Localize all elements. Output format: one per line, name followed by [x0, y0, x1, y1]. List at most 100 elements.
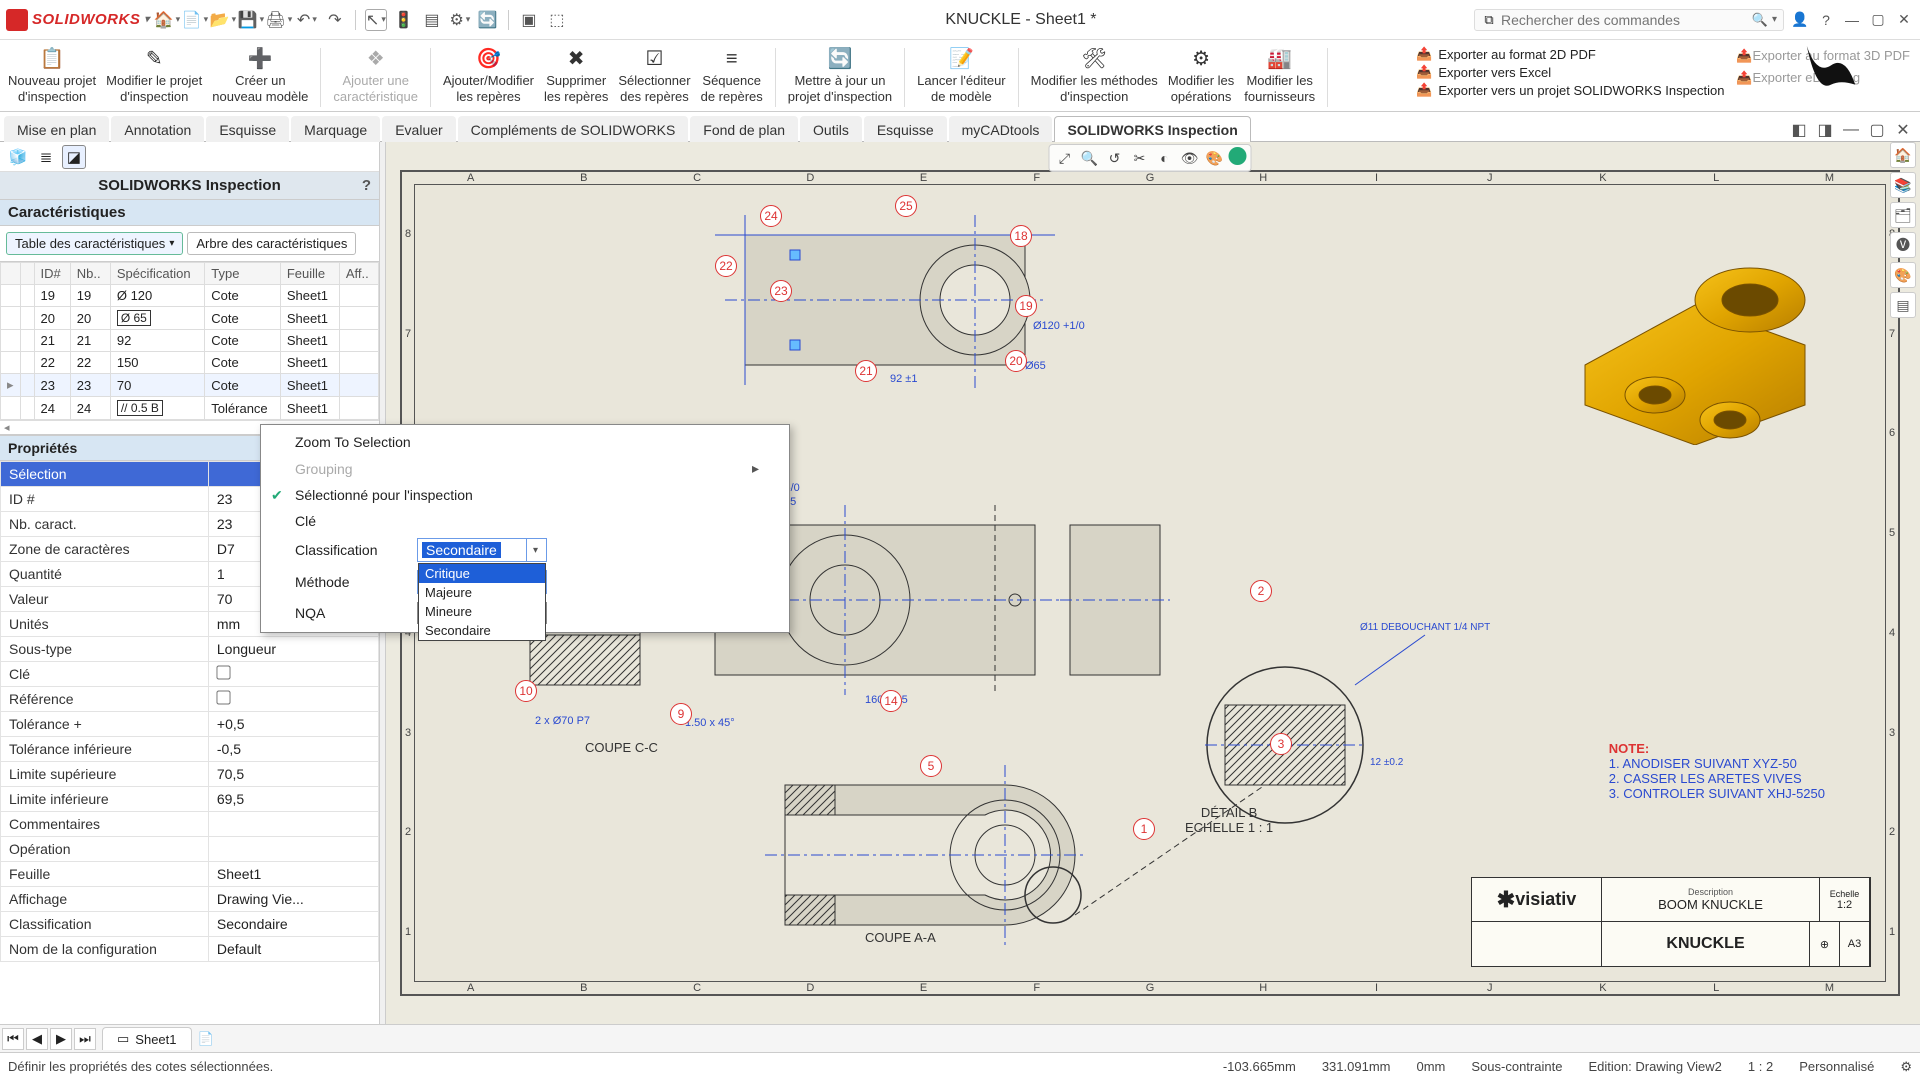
sheet-next-icon[interactable]: ▶: [50, 1028, 72, 1050]
prop-value[interactable]: -0,5: [208, 737, 378, 762]
ribbon-modifier-les[interactable]: ⚙Modifier lesopérations: [1164, 44, 1238, 107]
table-row[interactable]: 1919Ø 120CoteSheet1: [1, 285, 379, 307]
balloon-19[interactable]: 19: [1015, 295, 1037, 317]
prop-checkbox[interactable]: [216, 690, 230, 704]
prop-row[interactable]: Tolérance ++0,5: [1, 712, 379, 737]
dropdown-option[interactable]: Critique: [419, 564, 545, 583]
menu-s-lectionn-pour-l-inspection[interactable]: ✔Sélectionné pour l'inspection: [261, 482, 789, 508]
taskpane-properties-icon[interactable]: ▤: [1890, 292, 1916, 318]
balloon-23[interactable]: 23: [770, 280, 792, 302]
prop-row[interactable]: AffichageDrawing Vie...: [1, 887, 379, 912]
export-action[interactable]: 📤Exporter vers Excel: [1416, 64, 1724, 80]
table-row[interactable]: 2020Ø 65CoteSheet1: [1, 307, 379, 330]
tab-mise-en-plan[interactable]: Mise en plan: [4, 116, 109, 142]
prop-value[interactable]: [208, 812, 378, 837]
ribbon-ajouter-modifier[interactable]: 🎯Ajouter/Modifierles repères: [439, 44, 538, 107]
zoom-fit-icon[interactable]: ⤢: [1054, 147, 1076, 169]
balloon-10[interactable]: 10: [515, 680, 537, 702]
balloon-3[interactable]: 3: [1270, 733, 1292, 755]
tab-esquisse[interactable]: Esquisse: [864, 116, 947, 142]
prop-value[interactable]: Default: [208, 937, 378, 962]
ribbon-s-quence[interactable]: ≡Séquencede repères: [697, 44, 767, 107]
panel-close-icon[interactable]: ✕: [1892, 119, 1914, 141]
prop-checkbox[interactable]: [216, 665, 230, 679]
prop-value[interactable]: 70,5: [208, 762, 378, 787]
user-icon[interactable]: 👤: [1790, 10, 1810, 30]
panel-min-icon[interactable]: —: [1840, 119, 1862, 141]
cursor-select-icon[interactable]: ↖: [365, 9, 387, 31]
print-icon[interactable]: 🖨: [268, 9, 290, 31]
balloon-24[interactable]: 24: [760, 205, 782, 227]
col-header[interactable]: [1, 263, 21, 285]
prop-value[interactable]: [208, 837, 378, 862]
balloon-18[interactable]: 18: [1010, 225, 1032, 247]
ribbon-nouveau-projet[interactable]: 📋Nouveau projetd'inspection: [4, 44, 100, 107]
col-header[interactable]: Type: [205, 263, 281, 285]
fm-inspection-icon[interactable]: ◪: [62, 145, 86, 169]
help-icon[interactable]: ?: [1816, 10, 1836, 30]
appearance-icon[interactable]: 🎨: [1204, 147, 1226, 169]
balloon-22[interactable]: 22: [715, 255, 737, 277]
dropdown-option[interactable]: Mineure: [419, 602, 545, 621]
table-row[interactable]: 212192CoteSheet1: [1, 330, 379, 352]
prop-row[interactable]: Référence: [1, 687, 379, 712]
balloon-21[interactable]: 21: [855, 360, 877, 382]
add-sheet-icon[interactable]: 📄: [198, 1031, 214, 1047]
taskpane-explorer-icon[interactable]: 🗂: [1890, 202, 1916, 228]
open-file-icon[interactable]: 📂: [212, 9, 234, 31]
chevron-down-icon[interactable]: ▾: [526, 539, 544, 561]
col-header[interactable]: [20, 263, 34, 285]
export-action[interactable]: 📤Exporter vers un projet SOLIDWORKS Insp…: [1416, 82, 1724, 98]
tab-solidworks-inspection[interactable]: SOLIDWORKS Inspection: [1054, 116, 1250, 142]
menu-cl-[interactable]: Clé: [261, 508, 789, 534]
scene-icon[interactable]: [1229, 147, 1247, 165]
search-icon[interactable]: 🔍: [1752, 12, 1768, 28]
dropdown-option[interactable]: Majeure: [419, 583, 545, 602]
ribbon-mettre-jour-un[interactable]: 🔄Mettre à jour unprojet d'inspection: [784, 44, 896, 107]
prop-value[interactable]: Drawing Vie...: [208, 887, 378, 912]
balloon-9[interactable]: 9: [670, 703, 692, 725]
col-header[interactable]: Spécification: [110, 263, 204, 285]
export-action[interactable]: 📤Exporter au format 2D PDF: [1416, 46, 1724, 62]
panel-left-icon[interactable]: ◧: [1788, 119, 1810, 141]
ribbon-modifier-le-projet[interactable]: ✎Modifier le projetd'inspection: [102, 44, 206, 107]
wireframe-icon[interactable]: ⬚: [546, 9, 568, 31]
prop-value[interactable]: [208, 662, 378, 687]
save-icon[interactable]: 💾: [240, 9, 262, 31]
ribbon-cr-er-un[interactable]: ➕Créer unnouveau modèle: [208, 44, 312, 107]
tab-esquisse[interactable]: Esquisse: [206, 116, 289, 142]
status-gear-icon[interactable]: ⚙: [1900, 1059, 1912, 1075]
tab-marquage[interactable]: Marquage: [291, 116, 380, 142]
table-row[interactable]: 2424// 0.5 BToléranceSheet1: [1, 397, 379, 420]
subtab-0[interactable]: Table des caractéristiques▾: [6, 232, 183, 255]
taskpane-appearances-icon[interactable]: 🎨: [1890, 262, 1916, 288]
prop-row[interactable]: Opération: [1, 837, 379, 862]
prop-value[interactable]: +0,5: [208, 712, 378, 737]
tab-evaluer[interactable]: Evaluer: [382, 116, 455, 142]
sheet-first-icon[interactable]: ⏮: [2, 1028, 24, 1050]
classification-dropdown[interactable]: CritiqueMajeureMineureSecondaire: [418, 563, 546, 641]
prev-view-icon[interactable]: ↺: [1104, 147, 1126, 169]
panel-help-icon[interactable]: ?: [362, 177, 371, 194]
command-search-input[interactable]: [1501, 12, 1748, 28]
sheet-tab[interactable]: ▭ Sheet1: [102, 1027, 192, 1050]
taskpane-home-icon[interactable]: 🏠: [1890, 142, 1916, 168]
maximize-icon[interactable]: ▢: [1868, 10, 1888, 30]
panel-max-icon[interactable]: ▢: [1866, 119, 1888, 141]
balloon-25[interactable]: 25: [895, 195, 917, 217]
ribbon-supprimer[interactable]: ✖Supprimerles repères: [540, 44, 612, 107]
dropdown-option[interactable]: Secondaire: [419, 621, 545, 640]
hide-show-icon[interactable]: 👁: [1179, 147, 1201, 169]
prop-row[interactable]: Tolérance inférieure-0,5: [1, 737, 379, 762]
subtab-1[interactable]: Arbre des caractéristiques: [187, 232, 356, 255]
prop-row[interactable]: Clé: [1, 662, 379, 687]
table-row[interactable]: 2222150CoteSheet1: [1, 352, 379, 374]
balloon-2[interactable]: 2: [1250, 580, 1272, 602]
tab-fond-de-plan[interactable]: Fond de plan: [690, 116, 798, 142]
prop-value[interactable]: [208, 687, 378, 712]
sheet-last-icon[interactable]: ⏭: [74, 1028, 96, 1050]
fm-prop-icon[interactable]: ≣: [34, 145, 58, 169]
balloon-1[interactable]: 1: [1133, 818, 1155, 840]
balloon-5[interactable]: 5: [920, 755, 942, 777]
classification-select[interactable]: Secondaire▾CritiqueMajeureMineureSeconda…: [417, 538, 547, 562]
